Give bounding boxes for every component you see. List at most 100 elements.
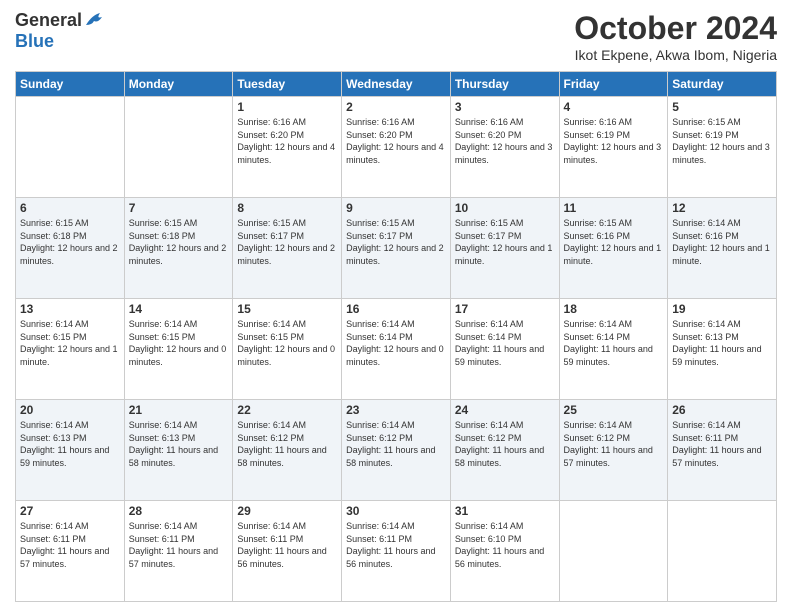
day-number: 2 (346, 100, 446, 114)
col-sunday: Sunday (16, 72, 125, 97)
day-number: 10 (455, 201, 555, 215)
day-info: Sunrise: 6:14 AMSunset: 6:15 PMDaylight:… (129, 318, 229, 368)
col-wednesday: Wednesday (342, 72, 451, 97)
calendar-table: Sunday Monday Tuesday Wednesday Thursday… (15, 71, 777, 602)
logo-general: General (15, 10, 82, 31)
day-number: 18 (564, 302, 664, 316)
table-row: 29 Sunrise: 6:14 AMSunset: 6:11 PMDayligh… (233, 501, 342, 602)
day-info: Sunrise: 6:15 AMSunset: 6:18 PMDaylight:… (20, 217, 120, 267)
calendar-week-row: 1 Sunrise: 6:16 AMSunset: 6:20 PMDaylight… (16, 97, 777, 198)
day-number: 22 (237, 403, 337, 417)
day-number: 1 (237, 100, 337, 114)
day-info: Sunrise: 6:16 AMSunset: 6:20 PMDaylight:… (237, 116, 337, 166)
logo-blue: Blue (15, 31, 54, 51)
table-row: 7Sunrise: 6:15 AMSunset: 6:18 PMDaylight… (124, 198, 233, 299)
day-info: Sunrise: 6:14 AMSunset: 6:12 PMDaylight:… (455, 419, 555, 469)
table-row: 4Sunrise: 6:16 AMSunset: 6:19 PMDaylight… (559, 97, 668, 198)
calendar-header-row: Sunday Monday Tuesday Wednesday Thursday… (16, 72, 777, 97)
day-info: Sunrise: 6:14 AMSunset: 6:10 PMDaylight:… (455, 520, 555, 570)
table-row: 25 Sunrise: 6:14 AMSunset: 6:12 PMDayligh… (559, 400, 668, 501)
table-row: 22 Sunrise: 6:14 AMSunset: 6:12 PMDayligh… (233, 400, 342, 501)
day-number: 26 (672, 403, 772, 417)
day-number: 14 (129, 302, 229, 316)
day-info: Sunrise: 6:14 AMSunset: 6:14 PMDaylight:… (455, 318, 555, 368)
table-row: 6 Sunrise: 6:15 AMSunset: 6:18 PMDaylight… (16, 198, 125, 299)
table-row: 13 Sunrise: 6:14 AMSunset: 6:15 PMDayligh… (16, 299, 125, 400)
table-row: 15 Sunrise: 6:14 AMSunset: 6:15 PMDayligh… (233, 299, 342, 400)
table-row (668, 501, 777, 602)
day-number: 5 (672, 100, 772, 114)
calendar-week-row: 20 Sunrise: 6:14 AMSunset: 6:13 PMDayligh… (16, 400, 777, 501)
calendar-week-row: 6 Sunrise: 6:15 AMSunset: 6:18 PMDaylight… (16, 198, 777, 299)
day-number: 16 (346, 302, 446, 316)
day-number: 23 (346, 403, 446, 417)
table-row (124, 97, 233, 198)
day-number: 6 (20, 201, 120, 215)
table-row: 26 Sunrise: 6:14 AMSunset: 6:11 PMDayligh… (668, 400, 777, 501)
table-row: 18 Sunrise: 6:14 AMSunset: 6:14 PMDayligh… (559, 299, 668, 400)
day-info: Sunrise: 6:15 AMSunset: 6:19 PMDaylight:… (672, 116, 772, 166)
day-number: 20 (20, 403, 120, 417)
table-row: 2 Sunrise: 6:16 AMSunset: 6:20 PMDaylight… (342, 97, 451, 198)
day-info: Sunrise: 6:15 AMSunset: 6:17 PMDaylight:… (455, 217, 555, 267)
table-row: 23 Sunrise: 6:14 AMSunset: 6:12 PMDayligh… (342, 400, 451, 501)
day-number: 24 (455, 403, 555, 417)
day-info: Sunrise: 6:15 AMSunset: 6:16 PMDaylight:… (564, 217, 664, 267)
day-info: Sunrise: 6:14 AMSunset: 6:11 PMDaylight:… (237, 520, 337, 570)
table-row: 3 Sunrise: 6:16 AMSunset: 6:20 PMDaylight… (450, 97, 559, 198)
day-info: Sunrise: 6:14 AMSunset: 6:13 PMDaylight:… (129, 419, 229, 469)
table-row: 11 Sunrise: 6:15 AMSunset: 6:16 PMDayligh… (559, 198, 668, 299)
day-info: Sunrise: 6:14 AMSunset: 6:12 PMDaylight:… (237, 419, 337, 469)
day-number: 29 (237, 504, 337, 518)
day-info: Sunrise: 6:16 AMSunset: 6:20 PMDaylight:… (455, 116, 555, 166)
day-info: Sunrise: 6:16 AMSunset: 6:20 PMDaylight:… (346, 116, 446, 166)
day-number: 13 (20, 302, 120, 316)
header: General Blue October 2024 Ikot Ekpene, A… (15, 10, 777, 63)
day-info: Sunrise: 6:14 AMSunset: 6:15 PMDaylight:… (237, 318, 337, 368)
day-info: Sunrise: 6:15 AMSunset: 6:17 PMDaylight:… (237, 217, 337, 267)
day-info: Sunrise: 6:14 AMSunset: 6:16 PMDaylight:… (672, 217, 772, 267)
day-number: 15 (237, 302, 337, 316)
table-row: 31 Sunrise: 6:14 AMSunset: 6:10 PMDayligh… (450, 501, 559, 602)
day-number: 11 (564, 201, 664, 215)
day-info: Sunrise: 6:14 AMSunset: 6:11 PMDaylight:… (672, 419, 772, 469)
day-info: Sunrise: 6:14 AMSunset: 6:13 PMDaylight:… (672, 318, 772, 368)
day-number: 3 (455, 100, 555, 114)
day-info: Sunrise: 6:14 AMSunset: 6:13 PMDaylight:… (20, 419, 120, 469)
day-info: Sunrise: 6:14 AMSunset: 6:12 PMDaylight:… (564, 419, 664, 469)
day-number: 9 (346, 201, 446, 215)
table-row: 1 Sunrise: 6:16 AMSunset: 6:20 PMDaylight… (233, 97, 342, 198)
day-number: 25 (564, 403, 664, 417)
day-info: Sunrise: 6:14 AMSunset: 6:12 PMDaylight:… (346, 419, 446, 469)
table-row: 9 Sunrise: 6:15 AMSunset: 6:17 PMDaylight… (342, 198, 451, 299)
table-row (16, 97, 125, 198)
day-info: Sunrise: 6:14 AMSunset: 6:11 PMDaylight:… (20, 520, 120, 570)
table-row: 28Sunrise: 6:14 AMSunset: 6:11 PMDayligh… (124, 501, 233, 602)
location-subtitle: Ikot Ekpene, Akwa Ibom, Nigeria (574, 47, 777, 63)
col-thursday: Thursday (450, 72, 559, 97)
logo-bird-icon (84, 11, 106, 29)
day-number: 19 (672, 302, 772, 316)
day-info: Sunrise: 6:14 AMSunset: 6:14 PMDaylight:… (346, 318, 446, 368)
table-row: 21Sunrise: 6:14 AMSunset: 6:13 PMDayligh… (124, 400, 233, 501)
day-info: Sunrise: 6:14 AMSunset: 6:14 PMDaylight:… (564, 318, 664, 368)
day-number: 27 (20, 504, 120, 518)
day-number: 31 (455, 504, 555, 518)
table-row: 19 Sunrise: 6:14 AMSunset: 6:13 PMDayligh… (668, 299, 777, 400)
col-friday: Friday (559, 72, 668, 97)
table-row (559, 501, 668, 602)
page: General Blue October 2024 Ikot Ekpene, A… (0, 0, 792, 612)
day-number: 17 (455, 302, 555, 316)
day-info: Sunrise: 6:14 AMSunset: 6:15 PMDaylight:… (20, 318, 120, 368)
day-info: Sunrise: 6:16 AMSunset: 6:19 PMDaylight:… (564, 116, 664, 166)
calendar-week-row: 27 Sunrise: 6:14 AMSunset: 6:11 PMDayligh… (16, 501, 777, 602)
logo: General Blue (15, 10, 106, 52)
title-block: October 2024 Ikot Ekpene, Akwa Ibom, Nig… (574, 10, 777, 63)
day-info: Sunrise: 6:15 AMSunset: 6:17 PMDaylight:… (346, 217, 446, 267)
day-info: Sunrise: 6:14 AMSunset: 6:11 PMDaylight:… (346, 520, 446, 570)
table-row: 30Sunrise: 6:14 AMSunset: 6:11 PMDayligh… (342, 501, 451, 602)
day-number: 8 (237, 201, 337, 215)
day-info: Sunrise: 6:15 AMSunset: 6:18 PMDaylight:… (129, 217, 229, 267)
table-row: 10 Sunrise: 6:15 AMSunset: 6:17 PMDayligh… (450, 198, 559, 299)
day-number: 12 (672, 201, 772, 215)
